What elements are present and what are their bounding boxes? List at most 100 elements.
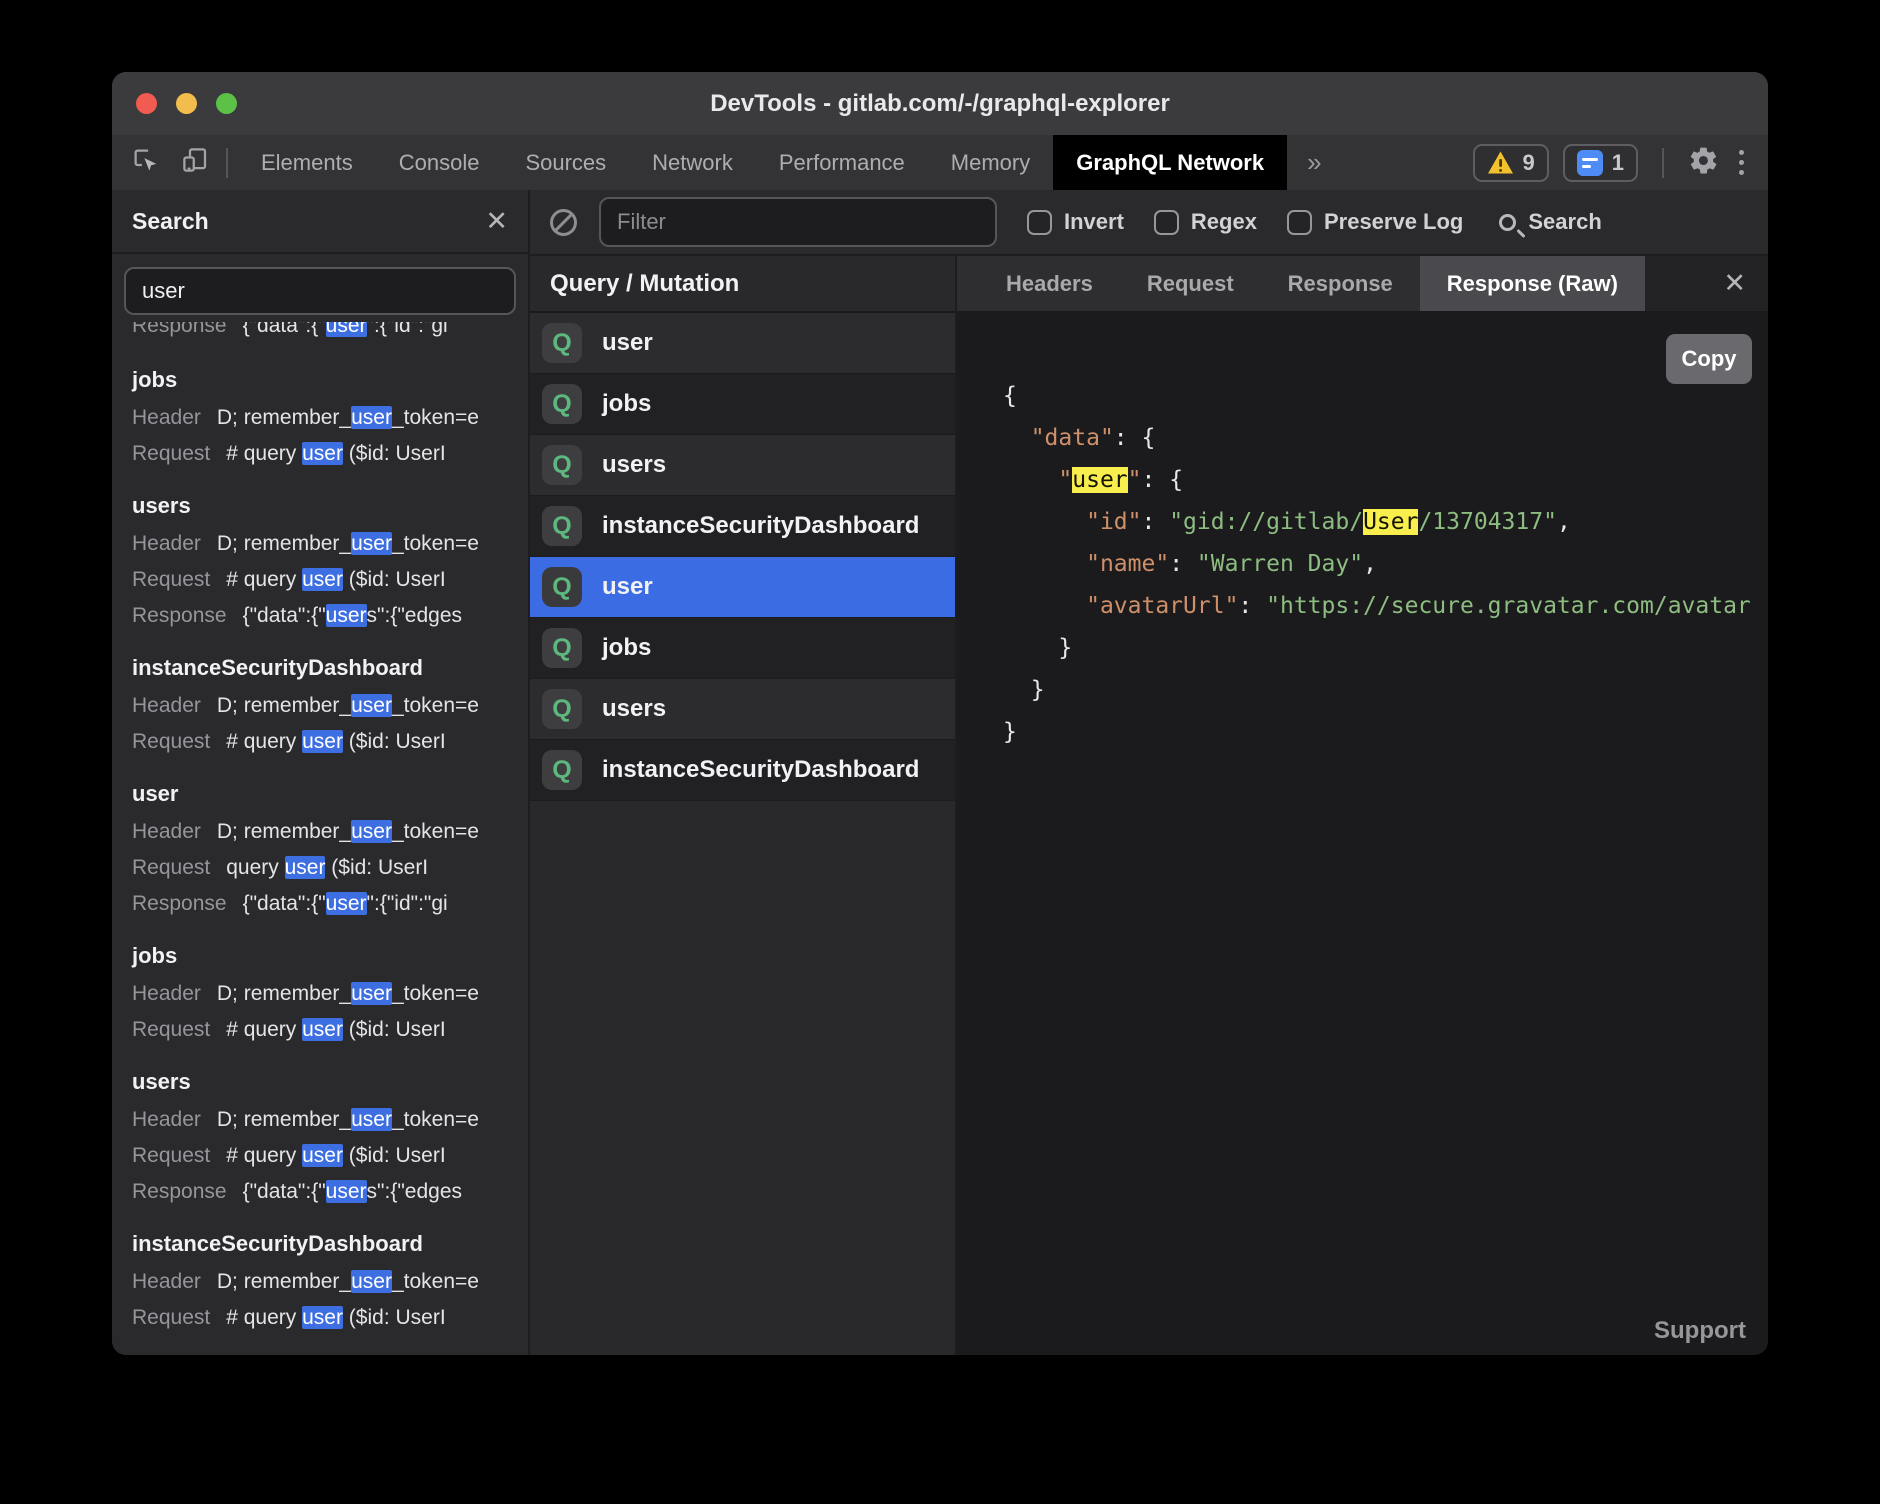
search-input[interactable] [124,267,516,315]
result-line-text: ($id: UserI [343,568,446,591]
close-window-button[interactable] [136,93,157,114]
query-row-jobs[interactable]: Qjobs [530,618,955,679]
zoom-window-button[interactable] [216,93,237,114]
result-line-label: Request [132,1306,210,1329]
checkbox-regex[interactable]: Regex [1154,209,1257,235]
checkbox-preserve-log[interactable]: Preserve Log [1287,209,1463,235]
json-token [1003,509,1086,535]
result-section-title-instancesecuritydashboard: instanceSecurityDashboard [132,648,508,688]
detail-close-icon[interactable]: ✕ [1723,270,1746,297]
tab-memory[interactable]: Memory [928,135,1053,190]
tab-elements[interactable]: Elements [238,135,376,190]
warning-triangle-icon [1487,150,1514,175]
result-line-text: ":{"id":"gi [367,892,448,915]
search-result-line[interactable]: HeaderD; remember_user_token=e [132,814,508,850]
search-result-line[interactable]: HeaderD; remember_user_token=e [132,400,508,436]
result-line-label: Request [132,1018,210,1041]
result-line-text: _token=e [392,1108,479,1131]
response-panel: HeadersRequestResponseResponse (Raw) ✕ C… [957,256,1768,1355]
query-row-jobs[interactable]: Qjobs [530,374,955,435]
network-region: Invert Regex Preserve Log Search Query / M… [530,190,1768,1355]
warnings-badge[interactable]: 9 [1473,144,1549,182]
result-line-text: ":{"id":"gi [367,322,448,337]
response-tab-headers[interactable]: Headers [979,256,1120,311]
clear-requests-icon[interactable] [550,209,577,236]
search-result-line[interactable]: Response{"data":{"users":{"edges [132,1174,508,1210]
tab-network[interactable]: Network [629,135,756,190]
search-panel-close-icon[interactable]: ✕ [485,208,508,235]
response-tab-response-raw[interactable]: Response (Raw) [1420,256,1645,311]
match-highlight: user [351,820,392,843]
search-result-line[interactable]: Response{"data":{"user":{"id":"gi [132,322,508,344]
search-result-line[interactable]: HeaderD; remember_user_token=e [132,526,508,562]
tab-console[interactable]: Console [376,135,503,190]
search-result-line[interactable]: Response{"data":{"user":{"id":"gi [132,886,508,922]
tab-sources[interactable]: Sources [502,135,629,190]
support-link[interactable]: Support [1654,1317,1746,1345]
settings-gear-icon[interactable] [1688,145,1719,181]
query-row-users[interactable]: Qusers [530,435,955,496]
json-token: } [1003,677,1045,703]
json-token: } [1003,635,1072,661]
json-line: } [1003,669,1768,711]
match-highlight: user [285,856,326,879]
devtools-content: Search ✕ Response{"data":{"user":{"id":"… [112,190,1768,1355]
search-result-line[interactable]: HeaderD; remember_user_token=e [132,1264,508,1300]
search-input-wrap [112,254,528,322]
response-tab-response[interactable]: Response [1261,256,1420,311]
issues-badge[interactable]: 1 [1563,144,1638,182]
minimize-window-button[interactable] [176,93,197,114]
search-result-line[interactable]: HeaderD; remember_user_token=e [132,976,508,1012]
query-row-label: instanceSecurityDashboard [602,512,919,540]
search-result-line[interactable]: Requestquery user ($id: UserI [132,850,508,886]
more-tabs-chevron-icon[interactable]: » [1287,147,1341,178]
result-line-text: _token=e [392,532,479,555]
search-result-line[interactable]: HeaderD; remember_user_token=e [132,1102,508,1138]
query-row-instancesecuritydashboard[interactable]: QinstanceSecurityDashboard [530,496,955,557]
json-token: " [1128,467,1142,493]
search-result-line[interactable]: Request# query user ($id: UserI [132,1138,508,1174]
search-result-line[interactable]: Request# query user ($id: UserI [132,1300,508,1336]
json-token: , [1557,509,1571,535]
checkbox-invert[interactable]: Invert [1027,209,1124,235]
result-line-label: Request [132,568,210,591]
query-row-label: jobs [602,390,651,418]
json-token: "id" [1086,509,1141,535]
result-line-text: D; remember_ [217,1108,351,1131]
inspect-element-icon[interactable] [130,145,160,180]
device-toolbar-icon[interactable] [180,145,210,180]
json-token: "data" [1031,425,1114,451]
json-token [1003,425,1031,451]
query-row-user[interactable]: Quser [530,313,955,374]
copy-button[interactable]: Copy [1666,334,1752,384]
search-result-line[interactable]: HeaderD; remember_user_token=e [132,688,508,724]
response-tab-request[interactable]: Request [1120,256,1261,311]
find-match-highlight: user [1072,467,1127,493]
search-result-line[interactable]: Request# query user ($id: UserI [132,1012,508,1048]
network-search-toggle[interactable]: Search [1499,209,1601,235]
search-result-line[interactable]: Request# query user ($id: UserI [132,562,508,598]
query-row-label: user [602,573,653,601]
tab-performance[interactable]: Performance [756,135,928,190]
result-line-label: Response [132,322,227,337]
filter-input[interactable] [599,197,997,247]
search-result-line[interactable]: Request# query user ($id: UserI [132,436,508,472]
filter-checkbox-group: Invert Regex Preserve Log [997,209,1463,235]
result-line-text: # query [226,1018,302,1041]
search-result-line[interactable]: Response{"data":{"users":{"edges [132,598,508,634]
query-row-user[interactable]: Quser [530,557,955,618]
tab-graphql-network[interactable]: GraphQL Network [1053,135,1287,190]
kebab-menu-icon[interactable] [1733,150,1750,175]
json-token: /13704317" [1418,509,1556,535]
query-row-users[interactable]: Qusers [530,679,955,740]
result-line-label: Header [132,820,201,843]
filter-bar: Invert Regex Preserve Log Search [530,190,1768,256]
query-row-instancesecuritydashboard[interactable]: QinstanceSecurityDashboard [530,740,955,801]
result-line-text: D; remember_ [217,1270,351,1293]
query-mutation-header: Query / Mutation [530,256,955,313]
query-type-badge: Q [542,323,582,363]
result-line-text: {"data":{" [243,1180,326,1203]
search-result-line[interactable]: Request# query user ($id: UserI [132,724,508,760]
result-line-text: D; remember_ [217,982,351,1005]
warning-count: 9 [1523,150,1535,176]
